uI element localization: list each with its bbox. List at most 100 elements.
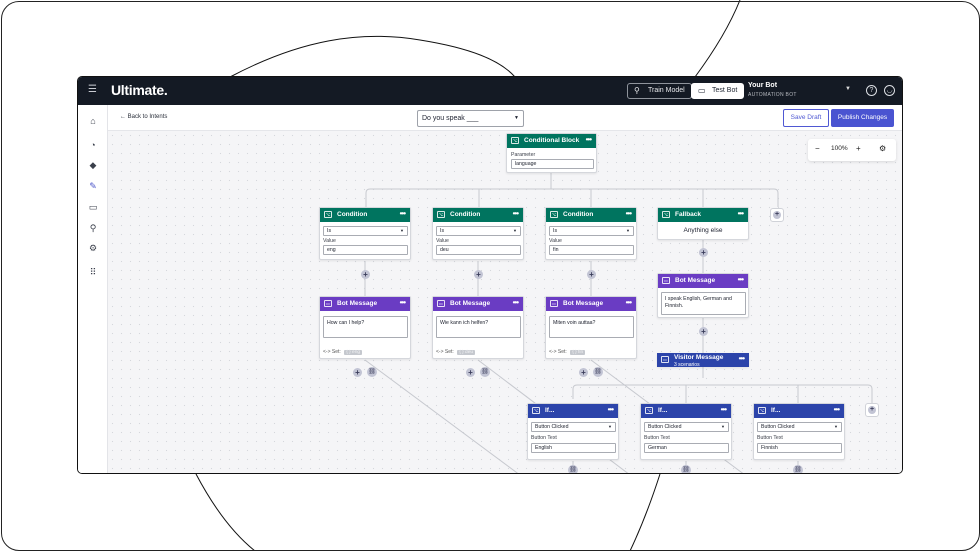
branch-icon: ⌥ [758, 407, 766, 414]
flow-canvas[interactable]: − 100% + ⚙ ⌥ Conditional Block ••• Param… [108, 131, 902, 473]
help-circle-icon[interactable]: ? [866, 85, 877, 96]
caret-down-icon: ▼ [400, 228, 404, 233]
settings-icon[interactable]: ⚙ [87, 242, 99, 254]
more-options-icon[interactable]: ••• [739, 355, 745, 363]
more-options-icon[interactable]: ••• [400, 296, 406, 310]
branch-icon: ⌥ [324, 211, 332, 218]
trigger-select[interactable]: Button Clicked ▼ [644, 422, 729, 432]
apps-icon[interactable]: ⠿ [87, 266, 99, 278]
if-node[interactable]: ⌥ If... ••• Button Clicked ▼ Button Text … [640, 403, 732, 460]
bot-message-header: ▭ Bot Message ••• [433, 297, 523, 311]
edit-icon[interactable]: ✎ [87, 180, 99, 192]
bot-subtitle: AUTOMATION BOT [748, 92, 797, 98]
save-draft-button[interactable]: Save Draft [783, 109, 829, 127]
add-branch-button[interactable]: + [770, 208, 784, 222]
plus-icon: + [868, 406, 876, 414]
parameter-field[interactable]: language [511, 159, 594, 169]
button-text-field[interactable]: English [531, 443, 616, 453]
messages-icon[interactable]: ▭ [87, 201, 99, 213]
condition-node[interactable]: ⌥ Condition ••• Is ▼ Value fin [545, 207, 637, 260]
fallback-title: Fallback [675, 211, 702, 218]
value-field[interactable]: deu [436, 245, 521, 255]
settings-icon[interactable]: ⚙ [879, 144, 886, 153]
operator-select[interactable]: Is ▼ [323, 226, 408, 236]
link-icon[interactable]: ⛓ [593, 367, 603, 377]
more-options-icon[interactable]: ••• [513, 296, 519, 310]
learn-icon[interactable]: ◆ [87, 159, 99, 171]
visitor-message-node[interactable]: ▭ Visitor Message 3 scenarios ••• [657, 353, 749, 368]
variable-chip[interactable]: { } deu [457, 350, 476, 355]
more-options-icon[interactable]: ••• [738, 273, 744, 287]
trigger-select[interactable]: Button Clicked ▼ [757, 422, 842, 432]
parameter-label: Parameter [511, 152, 536, 158]
link-icon[interactable]: ⛓ [480, 367, 490, 377]
link-icon[interactable]: ⛓ [367, 367, 377, 377]
operator-select[interactable]: Is ▼ [549, 226, 634, 236]
back-to-intents-link[interactable]: ← Back to Intents [120, 114, 167, 120]
condition-node[interactable]: ⌥ Condition ••• Is ▼ Value eng [319, 207, 411, 260]
more-options-icon[interactable]: ••• [608, 403, 614, 417]
trigger-select[interactable]: Button Clicked ▼ [531, 422, 616, 432]
operator-select[interactable]: Is ▼ [436, 226, 521, 236]
conditional-block-node[interactable]: ⌥ Conditional Block ••• Parameter langua… [506, 133, 597, 173]
intent-select[interactable]: Do you speak ___ ▼ [417, 110, 524, 127]
add-step-button[interactable]: + [587, 270, 596, 279]
bot-message-text[interactable]: I speak English, German and Finnish. [661, 292, 746, 315]
value-field[interactable]: fin [549, 245, 634, 255]
fallback-node[interactable]: ⌥ Fallback ••• Anything else [657, 207, 749, 240]
train-model-button[interactable]: ⚲ Train Model [627, 83, 692, 99]
bot-message-text[interactable]: Wie kann ich helfen? [436, 316, 521, 338]
bot-message-node[interactable]: ▭ Bot Message ••• Wie kann ich helfen? <… [432, 296, 524, 359]
bot-message-node[interactable]: ▭ Bot Message ••• Miten voin auttaa? <->… [545, 296, 637, 359]
value-field[interactable]: eng [323, 245, 408, 255]
bot-name[interactable]: Your Bot [748, 82, 777, 89]
user-circle-icon[interactable]: ◡ [884, 85, 895, 96]
variable-chip[interactable]: { } fin [570, 350, 586, 355]
bot-message-text[interactable]: Miten voin auttaa? [549, 316, 634, 338]
test-bot-button[interactable]: ▭ Test Bot [691, 83, 745, 99]
zoom-in-button[interactable]: + [856, 144, 861, 153]
value-label: Value [436, 238, 449, 244]
more-options-icon[interactable]: ••• [400, 207, 406, 221]
add-step-button[interactable]: + [699, 248, 708, 257]
bot-message-title: Bot Message [675, 277, 716, 284]
conditional-block-header: ⌥ Conditional Block ••• [507, 134, 596, 148]
more-options-icon[interactable]: ••• [738, 207, 744, 221]
integrations-icon[interactable]: ⚲ [87, 222, 99, 234]
home-icon[interactable]: ⌂ [87, 115, 99, 127]
add-step-button[interactable]: + [474, 270, 483, 279]
intents-icon[interactable]: ◔ [87, 139, 99, 151]
bot-message-text[interactable]: How can I help? [323, 316, 408, 338]
more-options-icon[interactable]: ••• [626, 296, 632, 310]
add-branch-button[interactable]: + [865, 403, 879, 417]
if-header: ⌥ If... ••• [528, 404, 618, 418]
caret-down-icon: ▼ [513, 228, 517, 233]
more-options-icon[interactable]: ••• [513, 207, 519, 221]
if-node[interactable]: ⌥ If... ••• Button Clicked ▼ Button Text … [753, 403, 845, 460]
button-text-field[interactable]: Finnish [757, 443, 842, 453]
link-icon[interactable]: ⛓ [568, 465, 578, 473]
fallback-bot-message-node[interactable]: ▭ Bot Message ••• I speak English, Germa… [657, 273, 749, 318]
add-step-button[interactable]: + [361, 270, 370, 279]
more-options-icon[interactable]: ••• [721, 403, 727, 417]
add-step-button[interactable]: + [353, 368, 362, 377]
button-text-field[interactable]: German [644, 443, 729, 453]
link-icon[interactable]: ⛓ [681, 465, 691, 473]
publish-changes-button[interactable]: Publish Changes [831, 109, 894, 127]
more-options-icon[interactable]: ••• [586, 133, 592, 147]
link-icon[interactable]: ⛓ [793, 465, 803, 473]
zoom-out-button[interactable]: − [815, 144, 820, 153]
caret-down-icon[interactable]: ▼ [845, 86, 851, 92]
menu-icon[interactable]: ☰ [88, 85, 98, 95]
variable-chip[interactable]: { } eng [344, 350, 363, 355]
add-step-button[interactable]: + [699, 327, 708, 336]
more-options-icon[interactable]: ••• [626, 207, 632, 221]
if-node[interactable]: ⌥ If... ••• Button Clicked ▼ Button Text … [527, 403, 619, 460]
condition-node[interactable]: ⌥ Condition ••• Is ▼ Value deu [432, 207, 524, 260]
bot-message-node[interactable]: ▭ Bot Message ••• How can I help? <-> Se… [319, 296, 411, 359]
more-options-icon[interactable]: ••• [834, 403, 840, 417]
message-icon: ▭ [437, 300, 445, 307]
add-step-button[interactable]: + [466, 368, 475, 377]
branch-icon: ⌥ [662, 211, 670, 218]
add-step-button[interactable]: + [579, 368, 588, 377]
